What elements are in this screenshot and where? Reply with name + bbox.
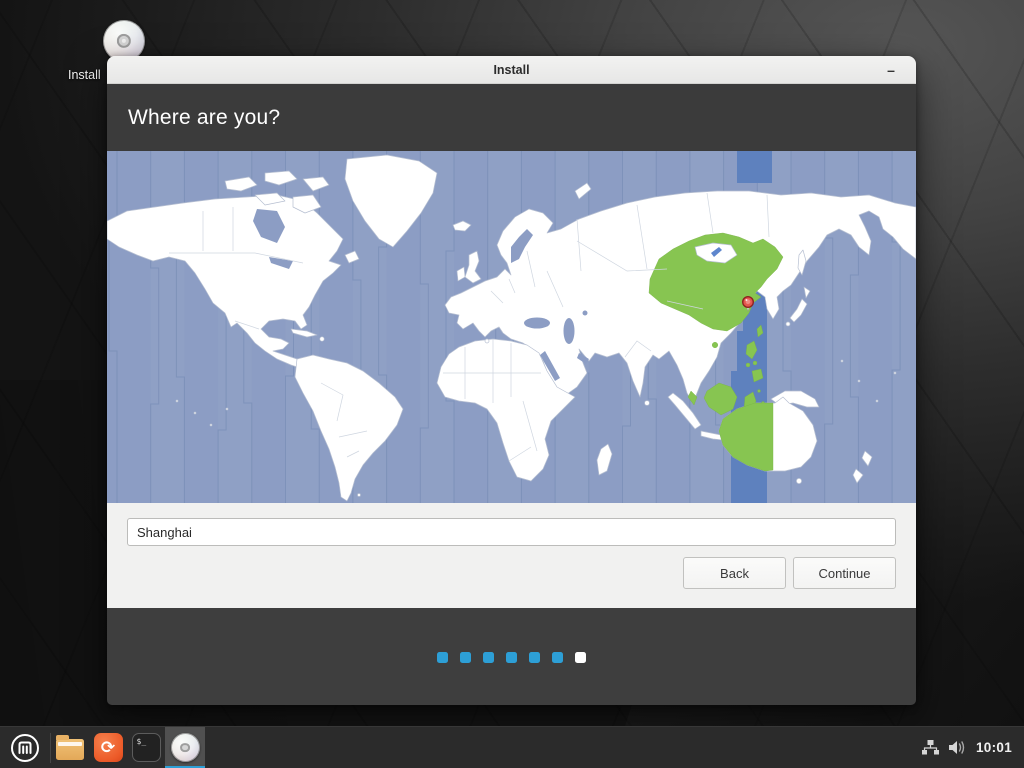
timezone-input[interactable] [127, 518, 896, 546]
window-title: Install [493, 62, 530, 77]
window-footer [107, 608, 916, 705]
volume-icon[interactable] [948, 739, 967, 756]
progress-dots [437, 652, 586, 663]
progress-dot-done [460, 652, 471, 663]
page-title: Where are you? [128, 105, 281, 129]
firefox-icon: ⟳ [93, 733, 123, 762]
location-controls: Back Continue [107, 503, 916, 608]
minimize-button[interactable]: – [880, 56, 902, 84]
installer-window: Install – Where are you? Shanghai Back C… [107, 56, 916, 705]
progress-dot-done [437, 652, 448, 663]
desktop-background: Install Install – Where are you? Shangha… [0, 0, 1024, 768]
mint-logo-icon [11, 733, 39, 762]
progress-dot-done [506, 652, 517, 663]
timezone-map[interactable] [107, 151, 916, 503]
page-header: Where are you? [107, 84, 916, 151]
firefox-launcher[interactable]: ⟳ [89, 727, 127, 768]
progress-dot-done [483, 652, 494, 663]
progress-dot-done [529, 652, 540, 663]
continue-button[interactable]: Continue [793, 557, 896, 589]
clock[interactable]: 10:01 [976, 740, 1012, 755]
system-tray: 10:01 [921, 739, 1024, 756]
folder-icon [56, 734, 84, 760]
progress-dot-done [552, 652, 563, 663]
network-icon[interactable] [921, 739, 939, 756]
terminal-icon: $_ [131, 733, 161, 762]
window-titlebar[interactable]: Install – [107, 56, 916, 84]
files-launcher[interactable] [51, 727, 89, 768]
progress-dot-current [575, 652, 586, 663]
taskbar-installer-window-button[interactable] [165, 726, 205, 768]
mint-menu-button[interactable] [0, 727, 50, 768]
back-button[interactable]: Back [683, 557, 786, 589]
terminal-launcher[interactable]: $_ [127, 727, 165, 768]
cd-icon [170, 733, 200, 762]
taskbar: ⟳ $_ 10:01 [0, 726, 1024, 768]
